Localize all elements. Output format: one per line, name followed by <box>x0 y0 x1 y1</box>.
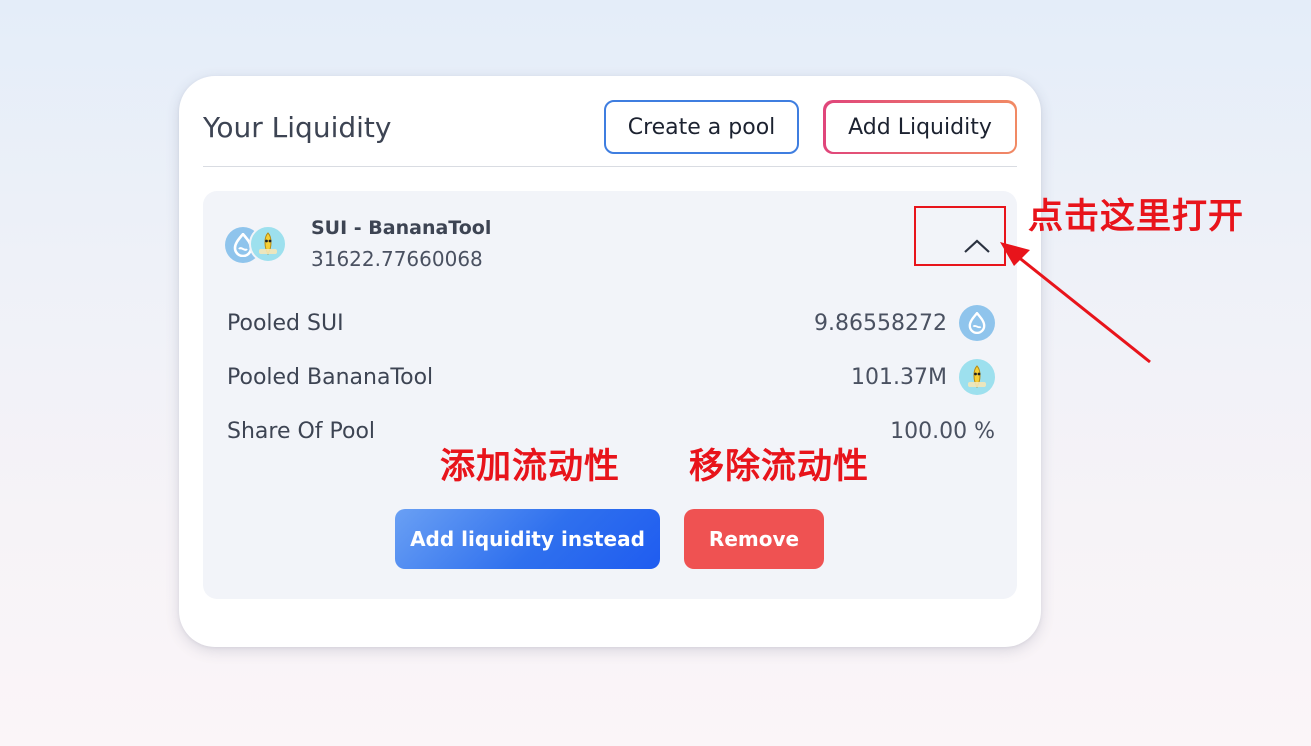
page-title: Your Liquidity <box>203 111 392 144</box>
add-liquidity-button[interactable]: Add Liquidity <box>823 100 1017 154</box>
share-of-pool-row: Share Of Pool 100.00 % <box>227 411 995 451</box>
lp-amount: 31622.77660068 <box>311 247 483 271</box>
pair-name: SUI - BananaTool <box>311 217 492 239</box>
create-pool-button[interactable]: Create a pool <box>604 100 799 154</box>
annotation-add-hint: 添加流动性 <box>440 447 621 487</box>
pooled-bananatool-label: Pooled BananaTool <box>227 364 434 390</box>
share-of-pool-value: 100.00 % <box>890 418 995 444</box>
annotation-open-hint: 点击这里打开 <box>1028 197 1245 237</box>
liquidity-card: Your Liquidity Create a pool Add Liquidi… <box>179 76 1041 647</box>
remove-button[interactable]: Remove <box>684 509 824 569</box>
pooled-bananatool-value-group: 101.37M <box>851 359 995 395</box>
pooled-sui-value-group: 9.86558272 <box>814 305 995 341</box>
token-pair-icons <box>225 225 291 265</box>
add-liquidity-instead-button[interactable]: Add liquidity instead <box>395 509 660 569</box>
share-of-pool-label: Share Of Pool <box>227 418 376 444</box>
annotation-remove-hint: 移除流动性 <box>689 447 870 487</box>
pooled-bananatool-row: Pooled BananaTool 101.37M <box>227 357 995 397</box>
share-of-pool-value-group: 100.00 % <box>890 419 995 444</box>
card-header: Your Liquidity Create a pool Add Liquidi… <box>203 100 1017 167</box>
annotation-arrow-icon <box>1000 242 1151 364</box>
pool-position-panel: SUI - BananaTool 31622.77660068 Pooled S… <box>203 191 1017 599</box>
pooled-bananatool-value: 101.37M <box>851 364 947 390</box>
pooled-sui-row: Pooled SUI 9.86558272 <box>227 303 995 343</box>
pooled-sui-label: Pooled SUI <box>227 310 344 336</box>
pooled-sui-value: 9.86558272 <box>814 310 947 336</box>
bananatool-icon <box>249 225 287 263</box>
add-liquidity-label: Add Liquidity <box>825 102 1015 152</box>
